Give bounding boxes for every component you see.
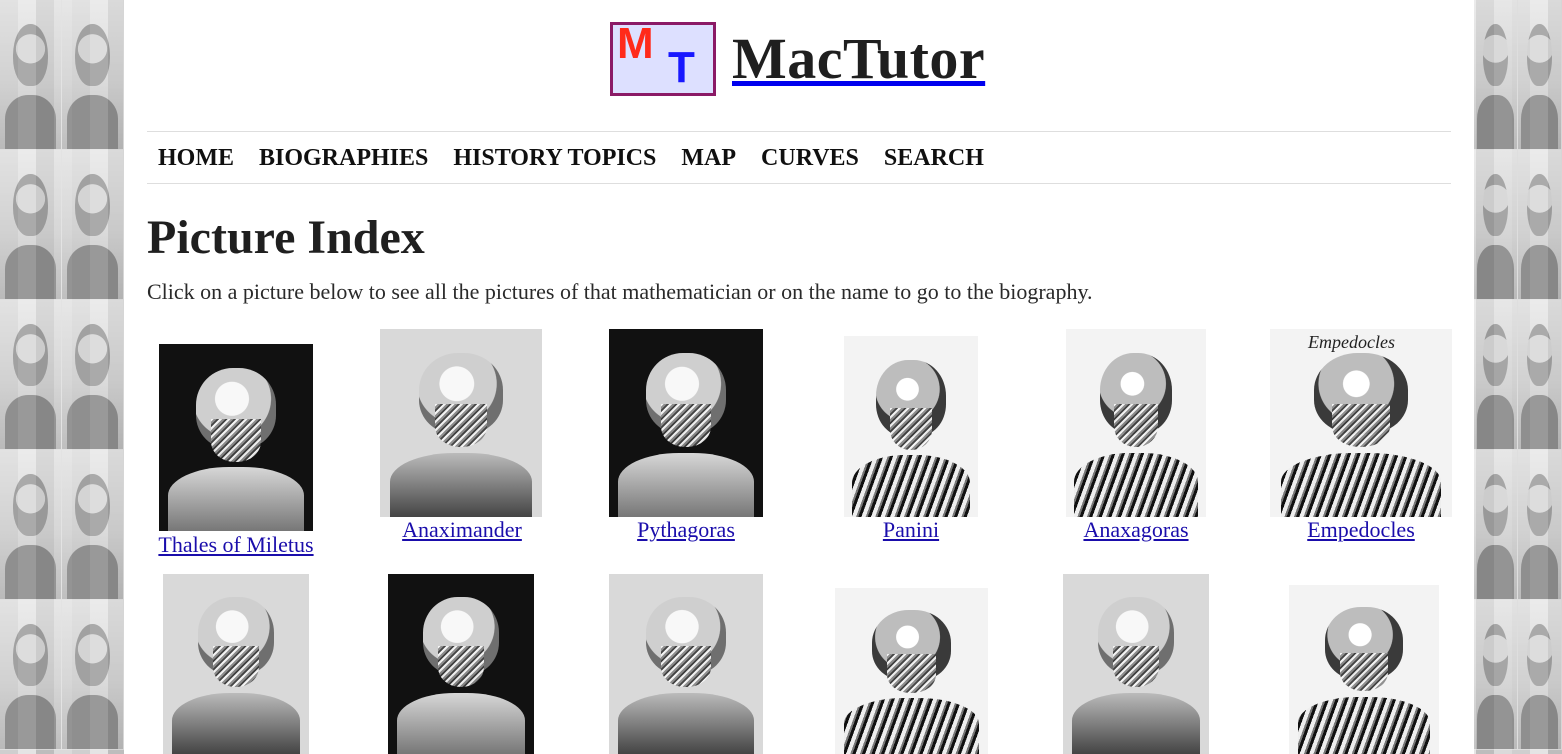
- biography-link-anaximander[interactable]: Anaximander: [374, 517, 550, 542]
- shoulders-shape: [844, 697, 979, 754]
- shoulders-shape: [1071, 692, 1201, 754]
- nav-curves-link[interactable]: CURVES: [761, 146, 859, 170]
- background-portrait-icon: [0, 0, 62, 150]
- portrait-thales-icon[interactable]: [159, 344, 313, 531]
- shoulders-shape: [396, 692, 526, 754]
- background-portrait-icon: [1518, 0, 1562, 150]
- background-portrait-icon: [1518, 600, 1562, 750]
- beard-shape: [1112, 646, 1160, 688]
- nav-history-topics-link[interactable]: HISTORY TOPICS: [453, 146, 656, 170]
- beard-shape: [889, 408, 933, 451]
- background-portrait-icon: [62, 600, 124, 750]
- background-portrait-icon: [1518, 300, 1562, 450]
- background-portrait-icon: [0, 300, 62, 450]
- picture-card-pythagoras: Pythagoras: [598, 329, 774, 547]
- picture-card-anaxagoras: Anaxagoras: [1048, 329, 1224, 547]
- empedocles-image-label: Empedocles: [1308, 332, 1395, 352]
- left-portrait-collage: [0, 0, 124, 754]
- background-portrait-icon: [1474, 0, 1518, 150]
- beard-shape: [1340, 652, 1388, 692]
- background-portrait-icon: [0, 600, 62, 750]
- portrait-icon[interactable]: [609, 574, 763, 754]
- top-navigation: HOME BIOGRAPHIES HISTORY TOPICS MAP CURV…: [147, 131, 1451, 184]
- main-page: M T MacTutor HOME BIOGRAPHIES HISTORY TO…: [124, 0, 1474, 754]
- background-portrait-icon: [1474, 150, 1518, 300]
- background-portrait-icon: [0, 450, 62, 600]
- background-portrait-icon: [1474, 450, 1518, 600]
- background-portrait-icon: [1474, 600, 1518, 750]
- picture-card-empedocles: Empedocles Empedocles: [1270, 329, 1452, 547]
- portrait-anaxagoras-icon[interactable]: [1066, 329, 1206, 517]
- beard-shape: [212, 646, 260, 688]
- nav-search-link[interactable]: SEARCH: [884, 146, 984, 170]
- background-portrait-icon: [62, 450, 124, 600]
- shoulders-shape: [168, 467, 304, 531]
- logo-letter-m: M: [617, 22, 654, 68]
- background-portrait-icon: [62, 0, 124, 150]
- biography-link-anaxagoras[interactable]: Anaxagoras: [1048, 517, 1224, 542]
- portrait-icon[interactable]: [1289, 585, 1439, 754]
- beard-shape: [1113, 404, 1159, 448]
- background-portrait-icon: [0, 150, 62, 300]
- biography-link-panini[interactable]: Panini: [823, 517, 999, 542]
- beard-shape: [437, 646, 485, 688]
- beard-shape: [661, 646, 711, 688]
- shoulders-shape: [389, 453, 533, 517]
- shoulders-shape: [1280, 453, 1442, 517]
- beard-shape: [661, 404, 711, 448]
- picture-card-thales: Thales of Miletus: [148, 344, 324, 562]
- logo-letter-t: T: [668, 43, 695, 92]
- shoulders-shape: [1298, 696, 1430, 754]
- biography-link-empedocles[interactable]: Empedocles: [1270, 517, 1452, 542]
- biography-link-pythagoras[interactable]: Pythagoras: [598, 517, 774, 542]
- site-home-logo-link[interactable]: M T MacTutor: [610, 22, 985, 96]
- nav-home-link[interactable]: HOME: [158, 146, 234, 170]
- portrait-anaximander-icon[interactable]: [380, 329, 542, 517]
- page-description: Click on a picture below to see all the …: [147, 279, 1093, 304]
- shoulders-shape: [618, 692, 754, 754]
- beard-shape: [435, 404, 487, 448]
- background-portrait-icon: [1518, 150, 1562, 300]
- portrait-icon[interactable]: [1063, 574, 1209, 754]
- nav-biographies-link[interactable]: BIOGRAPHIES: [259, 146, 428, 170]
- portrait-empedocles-icon[interactable]: Empedocles: [1270, 329, 1452, 517]
- right-portrait-collage: [1474, 0, 1562, 754]
- site-title: MacTutor: [732, 26, 986, 91]
- beard-shape: [887, 654, 936, 693]
- nav-map-link[interactable]: MAP: [681, 146, 736, 170]
- picture-card-panini: Panini: [823, 336, 999, 546]
- picture-card-anaximander: Anaximander: [374, 329, 550, 547]
- background-portrait-icon: [1474, 300, 1518, 450]
- background-portrait-icon: [62, 150, 124, 300]
- beard-shape: [1331, 404, 1391, 448]
- mactutor-logo-icon: M T: [610, 22, 716, 96]
- shoulders-shape: [852, 455, 970, 517]
- shoulders-shape: [171, 692, 301, 754]
- portrait-icon[interactable]: [163, 574, 309, 754]
- shoulders-shape: [618, 453, 754, 517]
- biography-link-thales[interactable]: Thales of Miletus: [148, 532, 324, 557]
- page-title: Picture Index: [147, 211, 425, 264]
- background-portrait-icon: [62, 300, 124, 450]
- shoulders-shape: [1074, 453, 1198, 517]
- portrait-panini-icon[interactable]: [844, 336, 978, 517]
- portrait-pythagoras-icon[interactable]: [609, 329, 763, 517]
- background-portrait-icon: [1518, 450, 1562, 600]
- portrait-icon[interactable]: [835, 588, 988, 754]
- portrait-icon[interactable]: [388, 574, 534, 754]
- beard-shape: [211, 418, 261, 462]
